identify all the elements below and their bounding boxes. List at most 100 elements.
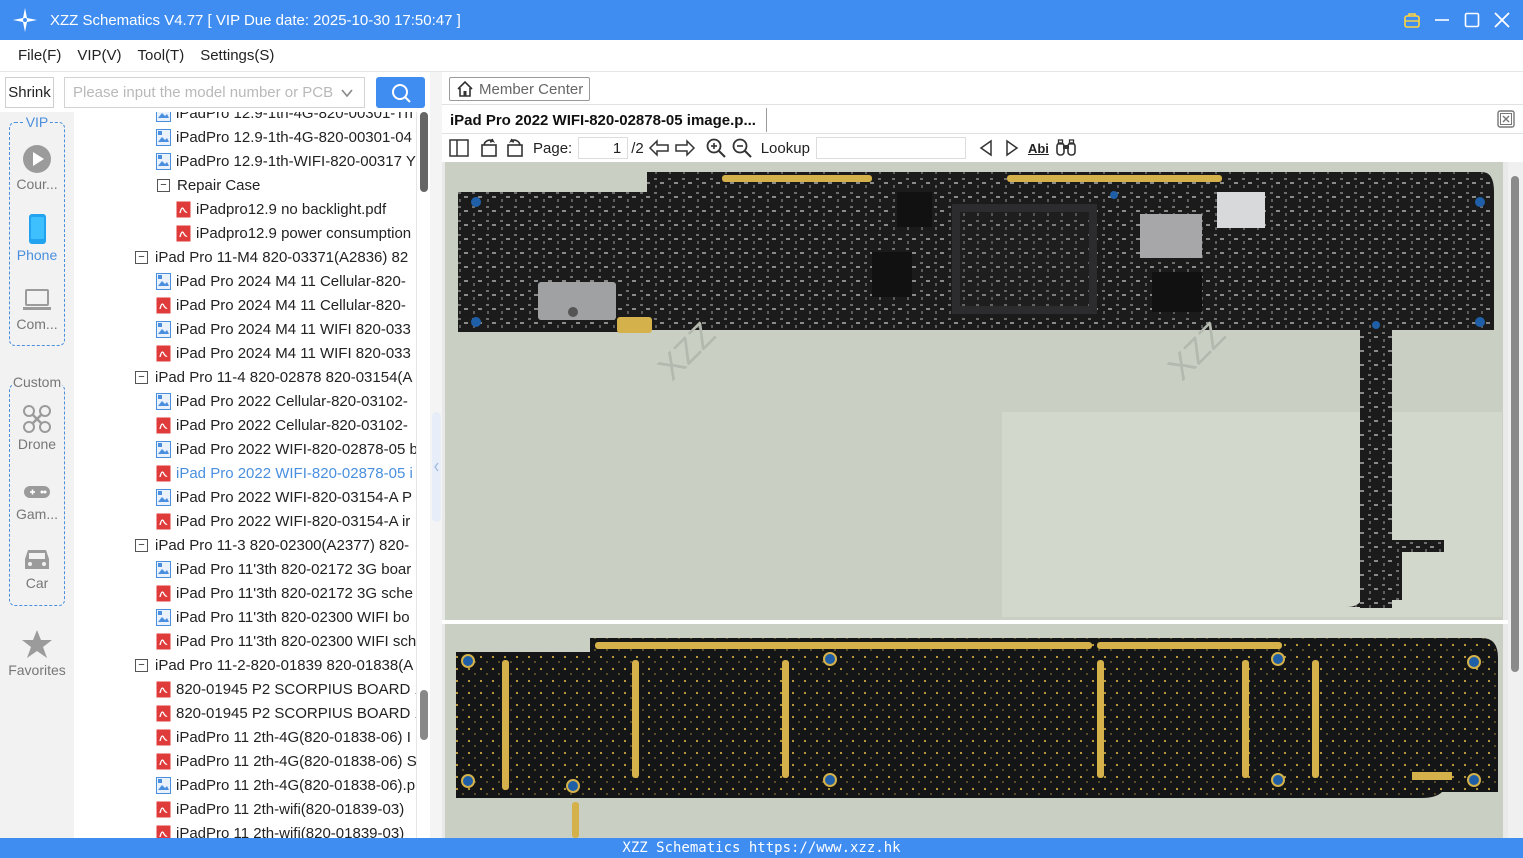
collapse-toggle-icon[interactable]: −	[135, 538, 148, 552]
close-tab-icon[interactable]	[1497, 110, 1515, 128]
tree-file[interactable]: iPad Pro 2022 Cellular-820-03102-	[156, 389, 408, 413]
tree-folder[interactable]: − iPad Pro 11-3 820-02300(A2377) 820-	[135, 533, 409, 557]
tree-scrollbar[interactable]	[416, 112, 430, 838]
nav-phone-label: Phone	[16, 247, 58, 263]
tree-folder[interactable]: − iPad Pro 11-2-820-01839 820-01838(A	[135, 653, 413, 677]
rotate-left-icon[interactable]	[479, 137, 499, 159]
tree-file[interactable]: iPad Pro 11'3th 820-02300 WIFI sch	[156, 629, 416, 653]
tree-scrollbar-thumb-top[interactable]	[420, 112, 428, 192]
tree-item-label: iPadPro 11 2th-4G(820-01838-06) I	[176, 728, 411, 746]
image-file-icon	[156, 488, 171, 506]
rotate-right-icon[interactable]	[505, 137, 525, 159]
tree-file[interactable]: iPad Pro 11'3th 820-02172 3G sche	[156, 581, 413, 605]
binoculars-icon[interactable]	[1055, 137, 1077, 159]
document-tab-bar: iPad Pro 2022 WIFI-820-02878-05 image.p.…	[442, 105, 1523, 134]
tree-item-label: iPad Pro 11-2-820-01839 820-01838(A	[155, 656, 414, 674]
tree-file[interactable]: iPadpro12.9 power consumption	[176, 221, 411, 245]
tree-file[interactable]: 820-01945 P2 SCORPIUS BOARD 1(	[156, 701, 416, 725]
document-viewer-pane: Member Center iPad Pro 2022 WIFI-820-028…	[442, 72, 1523, 838]
nav-computer-label: Com...	[16, 316, 58, 332]
page-number-input[interactable]: 1	[578, 137, 629, 159]
nav-phone[interactable]: Phone	[0, 213, 74, 263]
pcb-image-viewer[interactable]: XZZ XZZ	[442, 162, 1523, 838]
tree-file[interactable]: iPadPro 12.9-1th-WIFI-820-00317 Y	[156, 149, 416, 173]
pdf-file-icon	[156, 705, 171, 722]
pcb-board-image: XZZ XZZ	[442, 162, 1508, 838]
collapse-toggle-icon[interactable]: −	[157, 178, 170, 192]
nav-courses[interactable]: Cour...	[0, 144, 74, 192]
zoom-out-icon[interactable]	[732, 137, 752, 159]
tree-file[interactable]: iPad Pro 2024 M4 11 Cellular-820-	[156, 293, 406, 317]
tree-scrollbar-thumb[interactable]	[420, 690, 428, 740]
tree-file[interactable]: iPadPro 11 2th-wifi(820-01839-03)	[156, 821, 404, 838]
lookup-input[interactable]	[815, 137, 966, 159]
collapse-handle[interactable]	[432, 412, 441, 522]
minimize-button[interactable]	[1433, 11, 1451, 29]
tree-item-label: iPadpro12.9 power consumption	[196, 224, 412, 242]
tree-item-label: iPad Pro 11'3th 820-02172 3G boar	[176, 560, 412, 578]
menu-vip[interactable]: VIP(V)	[77, 47, 121, 64]
tree-file[interactable]: iPadPro 11 2th-4G(820-01838-06) I	[156, 725, 411, 749]
tree-file[interactable]: iPadpro12.9 no backlight.pdf	[176, 197, 386, 221]
search-input[interactable]: Please input the model number or PCB	[64, 77, 365, 108]
tree-file[interactable]: iPad Pro 2022 Cellular-820-03102-	[156, 413, 408, 437]
tree-file[interactable]: iPadPro 11 2th-4G(820-01838-06).p	[156, 773, 415, 797]
collapse-toggle-icon[interactable]: −	[135, 370, 148, 384]
document-tab[interactable]: iPad Pro 2022 WIFI-820-02878-05 image.p.…	[450, 108, 767, 132]
tree-file[interactable]: iPadPro 12.9-1th-4G-820-00301-Th	[156, 112, 413, 125]
tree-file[interactable]: iPadPro 11 2th-wifi(820-01839-03)	[156, 797, 404, 821]
tree-folder[interactable]: − iPad Pro 11-M4 820-03371(A2836) 82	[135, 245, 408, 269]
tree-file[interactable]: iPad Pro 2024 M4 11 WIFI 820-033	[156, 341, 411, 365]
menu-tool[interactable]: Tool(T)	[138, 47, 185, 64]
tree-file[interactable]: iPad Pro 2022 WIFI-820-03154-A ir	[156, 509, 410, 533]
member-center-button[interactable]: Member Center	[449, 77, 591, 101]
tree-file[interactable]: iPad Pro 11'3th 820-02172 3G boar	[156, 557, 411, 581]
match-case-button[interactable]: Abi	[1028, 137, 1049, 159]
close-button[interactable]	[1493, 11, 1511, 29]
tree-file[interactable]: iPadPro 12.9-1th-4G-820-00301-04	[156, 125, 412, 149]
chevron-down-icon[interactable]	[340, 86, 354, 100]
tree-item-label: iPad Pro 2022 Cellular-820-03102-	[176, 392, 408, 410]
collapse-toggle-icon[interactable]: −	[135, 250, 148, 264]
image-file-icon	[156, 776, 171, 794]
viewer-scrollbar-thumb[interactable]	[1511, 176, 1519, 672]
nav-games-label: Gam...	[15, 506, 58, 522]
tree-file[interactable]: iPad Pro 2022 WIFI-820-02878-05 i	[156, 461, 413, 485]
nav-drone[interactable]: Drone	[0, 404, 74, 452]
pane-splitter[interactable]	[430, 72, 442, 838]
tree-file[interactable]: iPadPro 11 2th-4G(820-01838-06) S	[156, 749, 416, 773]
page-label: Page:	[533, 139, 573, 157]
member-center-bar: Member Center	[442, 72, 1523, 105]
menu-settings[interactable]: Settings(S)	[200, 47, 274, 64]
tree-file[interactable]: iPad Pro 2022 WIFI-820-03154-A P	[156, 485, 412, 509]
nav-courses-label: Cour...	[16, 176, 58, 192]
search-next-icon[interactable]	[1004, 137, 1020, 159]
tree-file[interactable]: iPad Pro 2024 M4 11 Cellular-820-	[156, 269, 406, 293]
menu-file[interactable]: File(F)	[18, 47, 61, 64]
nav-games[interactable]: Gam...	[0, 480, 74, 522]
tree-item-label: 820-01945 P2 SCORPIUS BOARD 1(	[176, 680, 416, 698]
search-prev-icon[interactable]	[978, 137, 994, 159]
maximize-button[interactable]	[1463, 11, 1481, 29]
zoom-in-icon[interactable]	[706, 137, 726, 159]
tree-item-label: iPad Pro 11'3th 820-02300 WIFI bo	[176, 608, 410, 626]
tree-file[interactable]: iPad Pro 2024 M4 11 WIFI 820-033	[156, 317, 411, 341]
viewer-scrollbar[interactable]	[1508, 162, 1523, 838]
image-file-icon	[156, 608, 171, 626]
tree-file[interactable]: iPad Pro 2022 WIFI-820-02878-05 b	[156, 437, 416, 461]
tree-item-label: iPad Pro 2024 M4 11 Cellular-820-	[176, 272, 406, 290]
shrink-button[interactable]: Shrink	[5, 77, 54, 108]
collapse-toggle-icon[interactable]: −	[135, 658, 148, 672]
tree-folder[interactable]: − Repair Case	[157, 173, 260, 197]
nav-car[interactable]: Car	[0, 545, 74, 591]
prev-page-icon[interactable]	[648, 137, 670, 159]
vip-bag-icon[interactable]	[1403, 11, 1421, 29]
next-page-icon[interactable]	[674, 137, 696, 159]
tree-file[interactable]: 820-01945 P2 SCORPIUS BOARD 1(	[156, 677, 416, 701]
nav-computer[interactable]: Com...	[0, 286, 74, 332]
nav-favorites[interactable]: Favorites	[0, 628, 74, 678]
sidebar-toggle-icon[interactable]	[449, 137, 469, 159]
tree-folder[interactable]: − iPad Pro 11-4 820-02878 820-03154(A	[135, 365, 412, 389]
tree-file[interactable]: iPad Pro 11'3th 820-02300 WIFI bo	[156, 605, 410, 629]
search-button[interactable]	[376, 77, 425, 108]
